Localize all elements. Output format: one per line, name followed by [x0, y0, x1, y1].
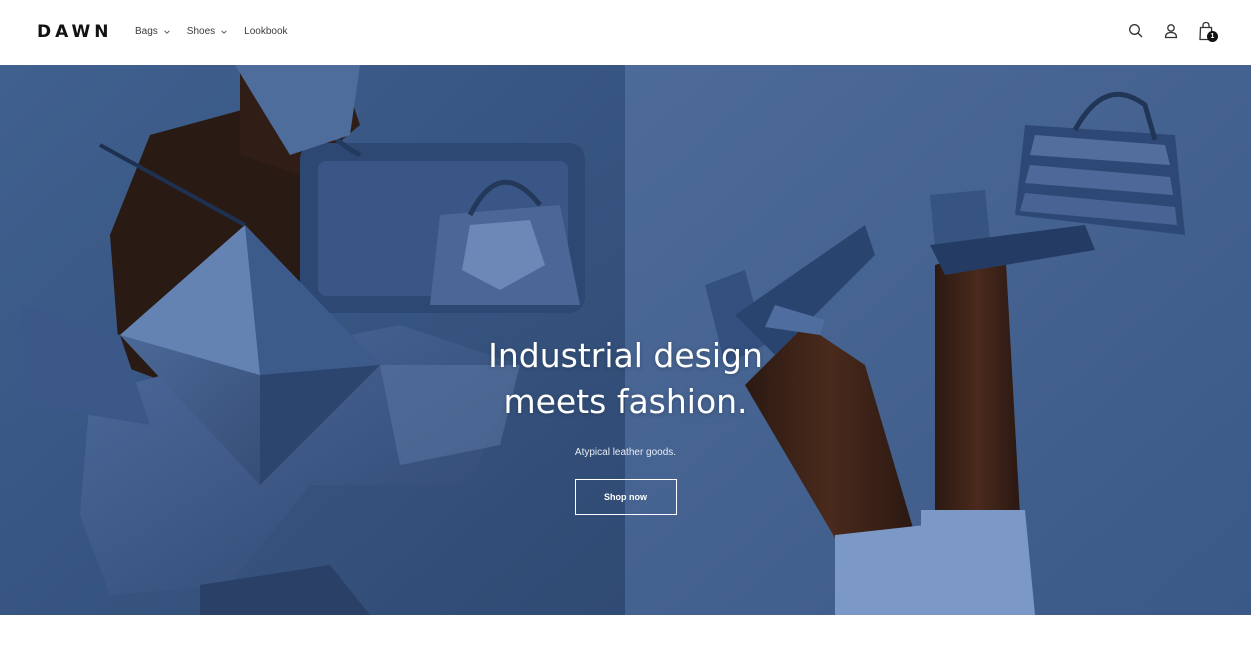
hero-title-line-1: Industrial design: [488, 336, 763, 375]
nav-item-label: Lookbook: [244, 26, 288, 37]
hero-content: Industrial design meets fashion. Atypica…: [0, 333, 1251, 515]
search-icon: [1129, 24, 1143, 38]
nav-item-shoes[interactable]: Shoes: [187, 26, 228, 37]
site-header: DAWN Bags Shoes Lookbook 1: [0, 0, 1251, 65]
chevron-down-icon: [221, 29, 227, 34]
search-button[interactable]: [1127, 20, 1145, 42]
logo[interactable]: DAWN: [37, 22, 112, 42]
hero-title-line-2: meets fashion.: [503, 382, 748, 421]
account-icon: [1164, 24, 1178, 39]
cart-count-badge: 1: [1207, 31, 1218, 42]
account-button[interactable]: [1162, 20, 1180, 42]
shop-now-button[interactable]: Shop now: [574, 479, 677, 515]
nav-item-label: Bags: [135, 26, 158, 37]
main-nav: Bags Shoes Lookbook: [135, 26, 288, 37]
chevron-down-icon: [164, 29, 170, 34]
hero-banner: Industrial design meets fashion. Atypica…: [0, 65, 1251, 615]
cart-button[interactable]: 1: [1197, 20, 1218, 42]
nav-item-label: Shoes: [186, 26, 216, 37]
nav-item-bags[interactable]: Bags: [135, 26, 171, 37]
nav-item-lookbook[interactable]: Lookbook: [244, 26, 287, 37]
hero-subtitle: Atypical leather goods.: [574, 447, 677, 458]
hero-title: Industrial design meets fashion.: [0, 333, 1251, 425]
header-icons: 1: [1127, 20, 1218, 42]
